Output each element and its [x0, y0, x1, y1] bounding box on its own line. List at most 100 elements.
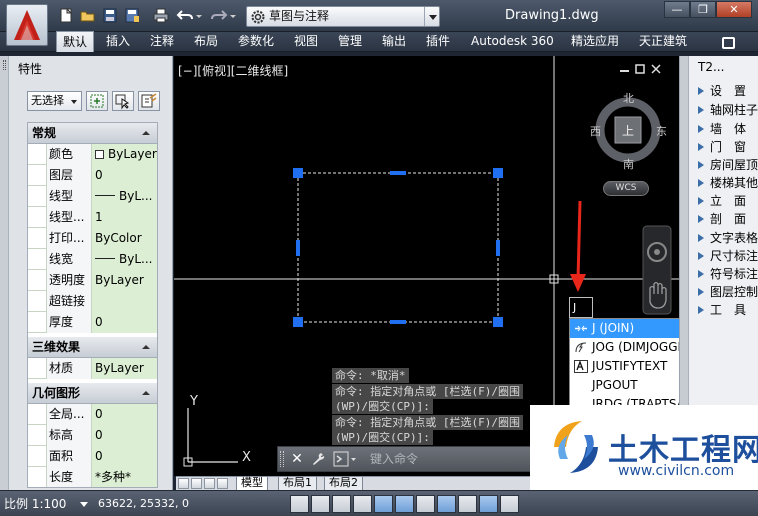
print-icon[interactable]	[152, 7, 170, 24]
next-layout-arrow-icon[interactable]	[204, 478, 215, 489]
section-3d-effects[interactable]: 三维效果	[28, 337, 157, 358]
viewcube-top-label[interactable]: 上	[622, 122, 634, 139]
select-objects-button[interactable]	[112, 91, 134, 111]
navigation-bar[interactable]	[642, 225, 672, 315]
palette-item[interactable]: 设 置	[698, 82, 758, 100]
tab-tangent-architecture[interactable]: 天正建筑	[639, 32, 687, 52]
property-row-hyperlink[interactable]: 超链接	[28, 291, 157, 312]
property-row-elevation[interactable]: 标高 0	[28, 425, 157, 446]
midpoint-grip[interactable]	[390, 171, 406, 175]
tab-layout2[interactable]: 布局2	[324, 477, 363, 490]
undo-dropdown-icon[interactable]	[194, 7, 204, 24]
tab-layout1[interactable]: 布局1	[278, 477, 317, 490]
save-icon[interactable]	[101, 7, 119, 24]
corner-grip[interactable]	[293, 317, 303, 327]
save-as-icon[interactable]	[123, 7, 141, 24]
last-layout-arrow-icon[interactable]	[217, 478, 228, 489]
viewcube-south[interactable]: 南	[623, 156, 634, 172]
property-value[interactable]: 0	[92, 404, 157, 425]
property-value[interactable]: ByL...	[92, 186, 157, 207]
property-row-material[interactable]: 材质 ByLayer	[28, 358, 157, 379]
corner-grip[interactable]	[493, 168, 503, 178]
palette-item[interactable]: 楼梯其他	[698, 174, 758, 192]
quick-select-button[interactable]	[138, 91, 160, 111]
palette-item[interactable]: 轴网柱子	[698, 101, 758, 119]
midpoint-grip[interactable]	[296, 240, 300, 256]
viewcube-west[interactable]: 西	[590, 123, 601, 139]
tab-insert[interactable]: 插入	[106, 32, 130, 52]
tab-featured-apps[interactable]: 精选应用	[571, 32, 619, 52]
property-value[interactable]: 0	[92, 446, 157, 467]
customize-wrench-icon[interactable]	[309, 450, 327, 468]
ribbon-options-icon[interactable]	[722, 37, 736, 49]
redo-icon[interactable]	[210, 7, 228, 24]
property-row-linetype-scale[interactable]: 线型... 1	[28, 207, 157, 228]
grip-icon[interactable]	[3, 60, 6, 70]
property-row-lineweight[interactable]: 线宽 ByL...	[28, 249, 157, 270]
palette-item[interactable]: 图层控制	[698, 283, 758, 301]
open-folder-icon[interactable]	[79, 7, 97, 24]
tab-autodesk-360[interactable]: Autodesk 360	[471, 32, 554, 52]
corner-grip[interactable]	[293, 168, 303, 178]
palette-item[interactable]: 尺寸标注	[698, 247, 758, 265]
command-line-grip-icon[interactable]	[280, 451, 284, 467]
new-file-icon[interactable]	[57, 7, 75, 24]
minimize-button[interactable]: —	[664, 1, 690, 18]
tab-output[interactable]: 输出	[382, 32, 406, 52]
cursor-coordinates[interactable]: 63622, 25332, 0	[98, 495, 189, 513]
palette-item[interactable]: 符号标注	[698, 265, 758, 283]
property-value[interactable]: ByL...	[92, 249, 157, 270]
viewcube-north[interactable]: 北	[623, 90, 634, 106]
property-row-linetype[interactable]: 线型 ByL...	[28, 186, 157, 207]
tab-layout[interactable]: 布局	[194, 32, 218, 52]
property-row-global-width[interactable]: 全局... 0	[28, 404, 157, 425]
undo-icon[interactable]	[176, 7, 194, 24]
snap-mode-icon[interactable]	[311, 495, 330, 513]
property-row-thickness[interactable]: 厚度 0	[28, 312, 157, 333]
annotation-scale-dropdown[interactable]: 比例 1:100	[4, 495, 92, 513]
palette-item[interactable]: 文字表格	[698, 229, 758, 247]
viewport-restore-icon[interactable]	[635, 64, 645, 74]
property-row-color[interactable]: 颜色 ByLayer	[28, 144, 157, 165]
close-button[interactable]: ✕	[716, 1, 752, 18]
viewport-close-icon[interactable]	[651, 64, 661, 74]
tab-manage[interactable]: 管理	[338, 32, 362, 52]
property-row-length[interactable]: 长度 *多种*	[28, 467, 157, 487]
property-value[interactable]: 1	[92, 207, 157, 228]
previous-layout-arrow-icon[interactable]	[191, 478, 202, 489]
viewport-minimize-icon[interactable]	[620, 70, 629, 72]
palette-item[interactable]: 墙 体	[698, 120, 758, 138]
palette-item[interactable]: 工 具	[698, 301, 758, 319]
palette-title-strip[interactable]	[0, 56, 9, 490]
workspace-switcher[interactable]: 草图与注释	[246, 6, 440, 27]
property-value[interactable]: ByLayer	[92, 144, 157, 165]
application-menu-button[interactable]	[6, 4, 48, 46]
tab-annotate[interactable]: 注释	[150, 32, 174, 52]
property-value[interactable]: 0	[92, 165, 157, 186]
wcs-menu-button[interactable]: WCS	[603, 181, 649, 196]
selected-rectangle[interactable]	[297, 172, 499, 323]
tab-plugins[interactable]: 插件	[426, 32, 450, 52]
redo-dropdown-icon[interactable]	[228, 7, 238, 24]
property-row-area[interactable]: 面积 0	[28, 446, 157, 467]
property-row-transparency[interactable]: 透明度 ByLayer	[28, 270, 157, 291]
tab-parametric[interactable]: 参数化	[238, 32, 274, 52]
property-value[interactable]: ByColor	[92, 228, 157, 249]
command-line-close-icon[interactable]: ✕	[288, 450, 306, 468]
viewcube-east[interactable]: 东	[656, 123, 667, 139]
chevron-down-icon[interactable]	[424, 7, 439, 26]
section-geometry[interactable]: 几何图形	[28, 383, 157, 404]
corner-grip[interactable]	[493, 317, 503, 327]
property-row-plot-style[interactable]: 打印... ByColor	[28, 228, 157, 249]
property-value[interactable]: *多种*	[92, 467, 157, 487]
toggle-pickadd-button[interactable]	[86, 91, 108, 111]
midpoint-grip[interactable]	[390, 320, 406, 324]
tab-model[interactable]: 模型	[236, 477, 268, 490]
3d-object-snap-icon[interactable]	[416, 495, 435, 513]
palette-item[interactable]: 立 面	[698, 192, 758, 210]
palette-item[interactable]: 房间屋顶	[698, 156, 758, 174]
tab-default[interactable]: 默认	[56, 31, 95, 52]
dynamic-input-field[interactable]: J	[569, 297, 593, 318]
property-row-layer[interactable]: 图层 0	[28, 165, 157, 186]
section-general[interactable]: 常规	[28, 123, 157, 144]
